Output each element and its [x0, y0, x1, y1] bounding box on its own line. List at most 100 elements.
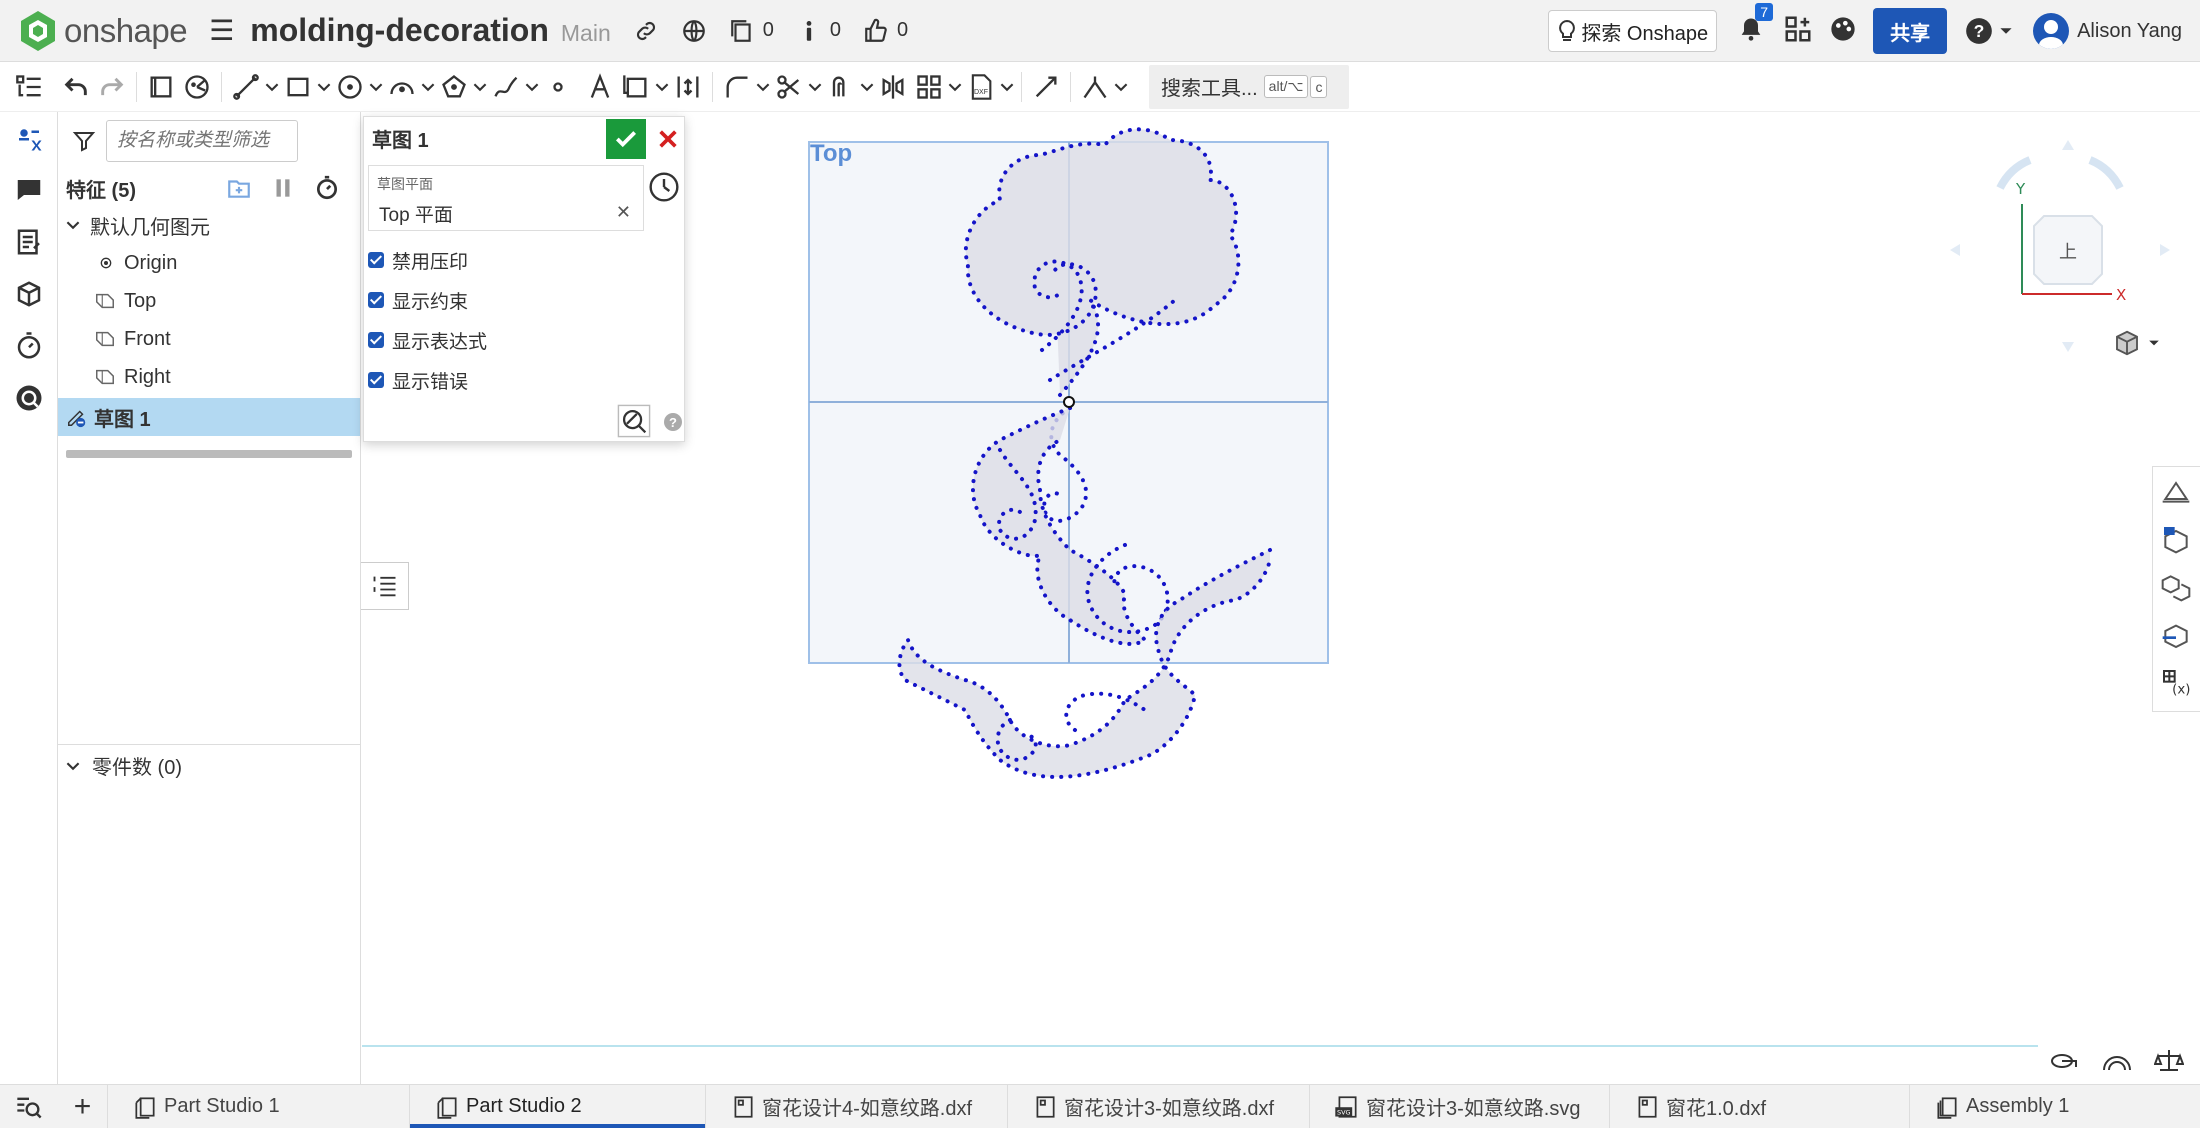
learning-button[interactable]: [1829, 15, 1857, 48]
mirror-tool[interactable]: [875, 67, 911, 107]
mass-properties-button[interactable]: [2153, 515, 2199, 563]
tree-item-right[interactable]: Right: [58, 358, 360, 396]
tab-dxf-file-4[interactable]: 窗花设计4-如意纹路.dxf: [706, 1085, 1008, 1128]
spline-tool-dropdown[interactable]: [524, 67, 540, 107]
default-geometry-group[interactable]: 默认几何图元: [58, 206, 360, 244]
variable-table-button[interactable]: (x): [2153, 659, 2199, 707]
arc-tool-dropdown[interactable]: [420, 67, 436, 107]
pattern-tool-dropdown[interactable]: [947, 67, 963, 107]
tab-assembly-1[interactable]: Assembly 1: [1910, 1085, 2200, 1128]
rail-comments[interactable]: [0, 164, 58, 216]
branch-name[interactable]: Main: [561, 20, 611, 47]
comments-button[interactable]: 0: [796, 18, 841, 44]
help-menu[interactable]: ?: [1965, 17, 2013, 45]
constraint-tool-dropdown[interactable]: [1113, 67, 1129, 107]
filter-icon[interactable]: [72, 129, 96, 153]
section-view-button[interactable]: [2153, 611, 2199, 659]
circle-tool-dropdown[interactable]: [368, 67, 384, 107]
fillet-tool[interactable]: [719, 67, 755, 107]
line-tool-dropdown[interactable]: [264, 67, 280, 107]
tab-part-studio-2[interactable]: Part Studio 2: [410, 1085, 706, 1128]
tab-dxf-file-1[interactable]: 窗花1.0.dxf: [1610, 1085, 1910, 1128]
tab-svg-file-3[interactable]: SVG 窗花设计3-如意纹路.svg: [1310, 1085, 1610, 1128]
spline-tool[interactable]: [488, 67, 524, 107]
sketch-button[interactable]: [143, 67, 179, 107]
rectangle-tool-dropdown[interactable]: [316, 67, 332, 107]
trim-tool[interactable]: [771, 67, 807, 107]
rotate-left-arrow[interactable]: [1996, 156, 2032, 190]
dxf-import-tool[interactable]: DXF: [963, 67, 999, 107]
curvature-icon[interactable]: [2102, 1048, 2132, 1074]
trim-tool-dropdown[interactable]: [807, 67, 823, 107]
measure-icon[interactable]: [2050, 1048, 2080, 1074]
find-tab-button[interactable]: [0, 1085, 58, 1128]
menu-icon[interactable]: ☰: [209, 14, 234, 47]
redo-button[interactable]: [94, 67, 130, 107]
explore-onshape-button[interactable]: 探索 Onshape: [1548, 10, 1718, 52]
versions-button[interactable]: 0: [729, 18, 774, 44]
add-tab-button[interactable]: +: [58, 1085, 108, 1128]
sketch-inspect-button[interactable]: [617, 404, 651, 443]
feature-list-toggle[interactable]: [0, 67, 58, 107]
arc-tool[interactable]: [384, 67, 420, 107]
rail-parts[interactable]: [0, 268, 58, 320]
apps-button[interactable]: [1783, 14, 1813, 49]
stopwatch-icon[interactable]: [314, 175, 340, 201]
pan-down-arrow[interactable]: [2062, 342, 2074, 352]
onshape-logo[interactable]: onshape: [18, 9, 188, 53]
polygon-tool[interactable]: [436, 67, 472, 107]
circle-tool[interactable]: [332, 67, 368, 107]
pan-right-arrow[interactable]: [2160, 244, 2170, 256]
exploded-view-button[interactable]: [2153, 563, 2199, 611]
tree-item-front[interactable]: Front: [58, 320, 360, 358]
rail-notes[interactable]: [0, 216, 58, 268]
tree-item-sketch-1[interactable]: 草图 1: [58, 398, 360, 436]
pause-icon[interactable]: [270, 175, 296, 201]
checkbox-show-errors[interactable]: 显示错误: [368, 365, 468, 395]
collapse-panel-button[interactable]: [361, 562, 409, 610]
text-tool[interactable]: [582, 67, 618, 107]
pattern-tool[interactable]: [911, 67, 947, 107]
line-tool[interactable]: [228, 67, 264, 107]
history-button[interactable]: [648, 171, 680, 208]
globe-icon[interactable]: [681, 18, 707, 44]
tab-part-studio-1[interactable]: Part Studio 1: [108, 1085, 410, 1128]
rectangle-tool[interactable]: [280, 67, 316, 107]
rail-app-store[interactable]: [0, 372, 58, 424]
point-tool[interactable]: [540, 67, 576, 107]
appearance-button[interactable]: [179, 67, 215, 107]
accept-button[interactable]: [606, 119, 646, 159]
document-title[interactable]: molding-decoration: [250, 12, 549, 49]
tab-dxf-file-3[interactable]: 窗花设计3-如意纹路.dxf: [1008, 1085, 1310, 1128]
image-tool[interactable]: [618, 67, 654, 107]
checkbox-show-expressions[interactable]: 显示表达式: [368, 325, 487, 355]
tool-search[interactable]: 搜索工具... alt/⌥ c: [1149, 64, 1349, 109]
link-icon[interactable]: [633, 18, 659, 44]
pan-up-arrow[interactable]: [2062, 140, 2074, 150]
rotate-right-arrow[interactable]: [2088, 156, 2124, 190]
tree-item-origin[interactable]: Origin: [58, 244, 360, 282]
fillet-tool-dropdown[interactable]: [755, 67, 771, 107]
pan-left-arrow[interactable]: [1950, 244, 1960, 256]
checkbox-disable-imprint[interactable]: 禁用压印: [368, 245, 468, 275]
undo-button[interactable]: [58, 67, 94, 107]
polygon-tool-dropdown[interactable]: [472, 67, 488, 107]
constraint-tool[interactable]: [1077, 67, 1113, 107]
offset-tool[interactable]: [823, 67, 859, 107]
notifications-button[interactable]: 7: [1737, 2, 1774, 48]
add-folder-icon[interactable]: [226, 175, 252, 201]
balance-icon[interactable]: [2154, 1048, 2184, 1074]
image-tool-dropdown[interactable]: [654, 67, 670, 107]
tree-item-top[interactable]: Top: [58, 282, 360, 320]
dimension-tool[interactable]: [670, 67, 706, 107]
construction-tool[interactable]: [1028, 67, 1064, 107]
user-menu[interactable]: Alison Yang: [2033, 13, 2182, 49]
share-button[interactable]: 共享: [1873, 8, 1948, 54]
clear-plane-icon[interactable]: ✕: [616, 202, 631, 223]
checkbox-show-constraints[interactable]: 显示约束: [368, 285, 468, 315]
rail-history[interactable]: [0, 320, 58, 372]
dxf-import-dropdown[interactable]: [999, 67, 1015, 107]
parts-group[interactable]: 零件数 (0): [58, 744, 361, 786]
offset-tool-dropdown[interactable]: [859, 67, 875, 107]
rail-features[interactable]: [0, 112, 58, 164]
